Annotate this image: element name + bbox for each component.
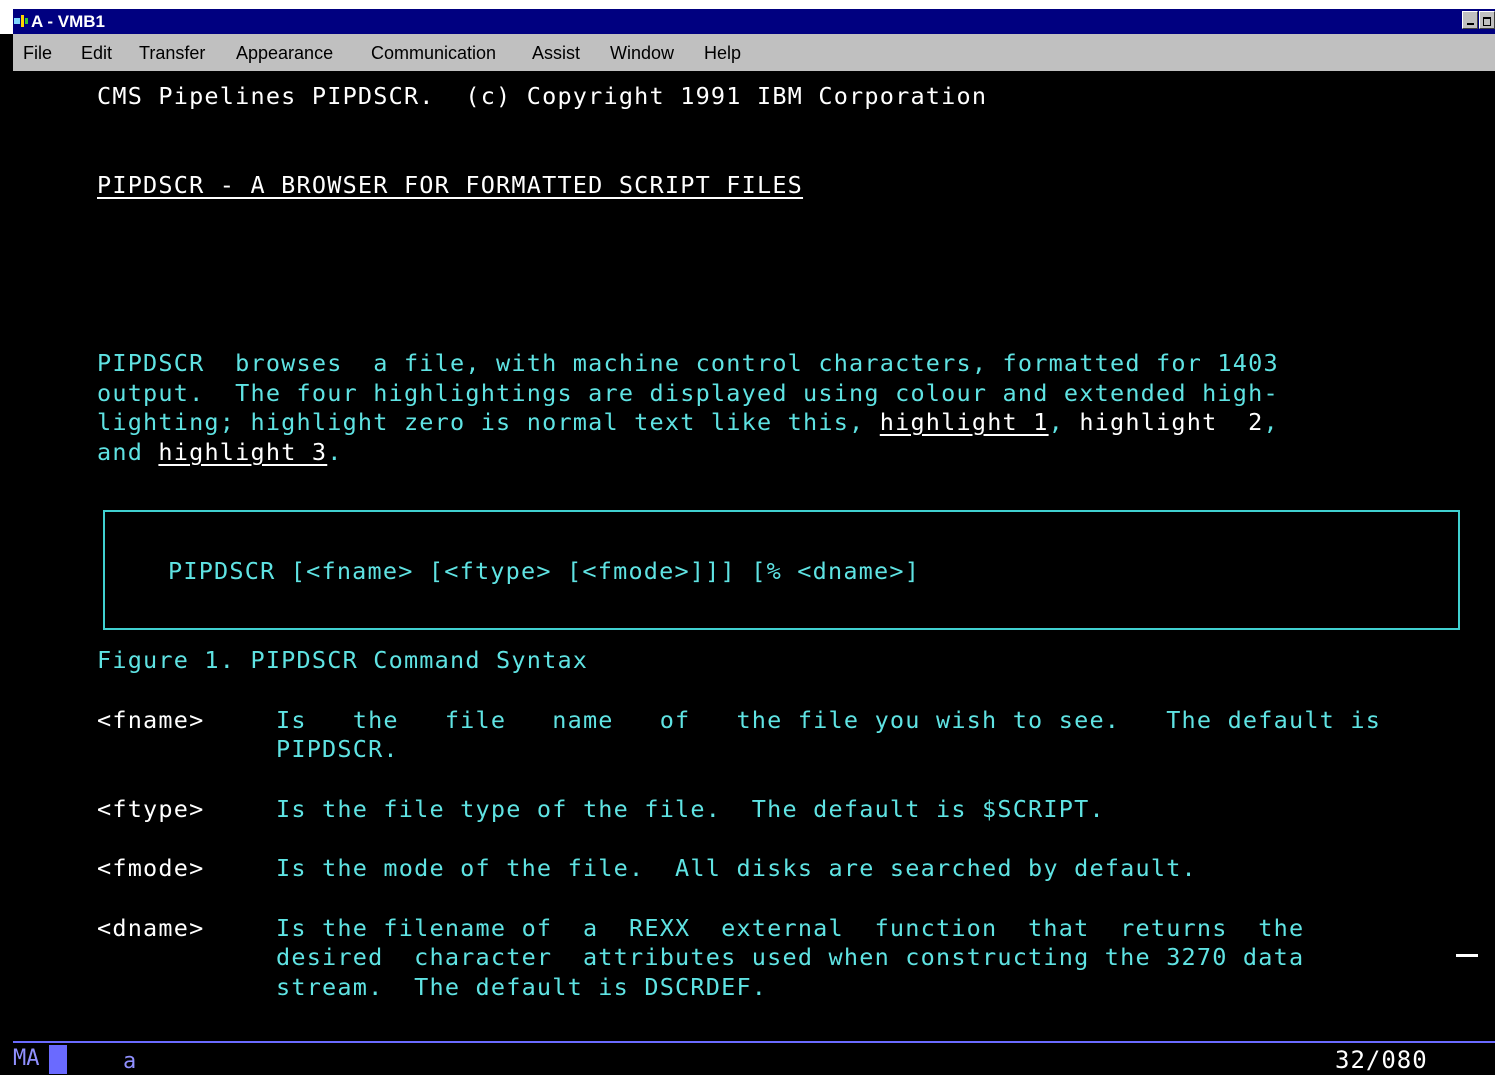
description-line-3: lighting; highlight zero is normal text … <box>97 407 1279 437</box>
status-bar: MA a 32/080 <box>13 1041 1495 1074</box>
restore-button[interactable] <box>1479 11 1495 29</box>
highlight-3-sample: highlight 3 <box>158 438 328 466</box>
menu-communication[interactable]: Communication <box>371 42 496 64</box>
param-fmode-term: <fmode> <box>97 854 205 882</box>
window-titlebar[interactable]: A - VMB1 <box>13 9 1495 34</box>
text-comma: , <box>1263 408 1279 436</box>
param-dname-term: <dname> <box>97 914 205 942</box>
cursor-position: 32/080 <box>1335 1046 1428 1074</box>
terminal-app-icon[interactable] <box>14 15 28 27</box>
param-dname-desc-1: Is the filename of a REXX external funct… <box>276 914 1305 942</box>
menu-appearance[interactable]: Appearance <box>236 42 333 64</box>
description-line-2: output. The four highlightings are displ… <box>97 379 1279 407</box>
text-and: and <box>97 438 159 466</box>
menu-edit[interactable]: Edit <box>81 42 112 64</box>
description-line-4: and highlight 3. <box>97 437 343 467</box>
menu-bar: File Edit Transfer Appearance Communicat… <box>13 34 1495 71</box>
terminal-screen[interactable]: CMS Pipelines PIPDSCR. (c) Copyright 199… <box>13 71 1495 1041</box>
command-syntax: PIPDSCR [<fname> [<ftype> [<fmode>]]] [%… <box>168 557 921 585</box>
menu-window[interactable]: Window <box>610 42 674 64</box>
minimize-button[interactable] <box>1462 11 1478 29</box>
text-cursor <box>1456 954 1478 957</box>
mode-indicator: MA <box>13 1046 40 1071</box>
text-separator: , <box>1048 408 1080 436</box>
session-letter: a <box>123 1049 137 1074</box>
highlight-1-sample: highlight 1 <box>879 408 1049 436</box>
status-cursor-block <box>49 1045 67 1074</box>
highlight-2-sample: highlight 2 <box>1079 408 1264 436</box>
param-dname-desc-2: desired character attributes used when c… <box>276 943 1305 971</box>
param-ftype-term: <ftype> <box>97 795 205 823</box>
param-fname-desc-1: Is the file name of the file you wish to… <box>276 706 1382 734</box>
param-fmode-desc: Is the mode of the file. All disks are s… <box>276 854 1197 882</box>
menu-help[interactable]: Help <box>704 42 741 64</box>
param-fname-term: <fname> <box>97 706 205 734</box>
figure-caption: Figure 1. PIPDSCR Command Syntax <box>97 646 589 674</box>
copyright-line: CMS Pipelines PIPDSCR. (c) Copyright 199… <box>97 82 988 110</box>
menu-assist[interactable]: Assist <box>532 42 580 64</box>
text-period: . <box>327 438 343 466</box>
param-fname-desc-2: PIPDSCR. <box>276 735 399 763</box>
window-titlebar-frame: A - VMB1 <box>0 0 1495 34</box>
menu-transfer[interactable]: Transfer <box>139 42 205 64</box>
param-ftype-desc: Is the file type of the file. The defaul… <box>276 795 1105 823</box>
page-heading: PIPDSCR - A BROWSER FOR FORMATTED SCRIPT… <box>97 171 804 199</box>
menu-file[interactable]: File <box>23 42 52 64</box>
window-title: A - VMB1 <box>31 12 105 31</box>
param-dname-desc-3: stream. The default is DSCRDEF. <box>276 973 768 1001</box>
text-normal: lighting; highlight zero is normal text … <box>97 408 880 436</box>
description-line-1: PIPDSCR browses a file, with machine con… <box>97 349 1279 377</box>
